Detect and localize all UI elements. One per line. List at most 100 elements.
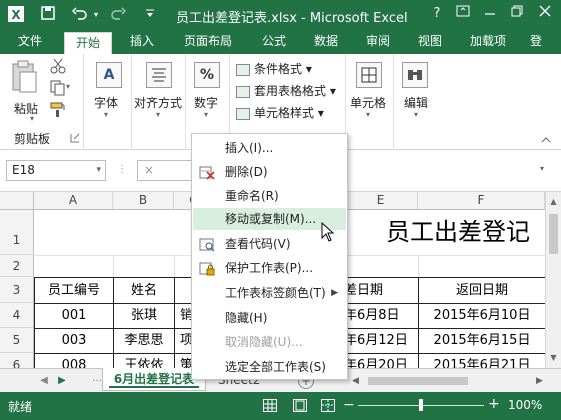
redo-icon[interactable] bbox=[108, 5, 128, 25]
row-header-5[interactable]: 5 bbox=[0, 328, 34, 353]
ribbon-display-icon[interactable] bbox=[452, 3, 474, 25]
select-all-button[interactable] bbox=[0, 192, 34, 210]
more-tabs-icon[interactable]: … bbox=[92, 373, 102, 384]
zoom-out-icon[interactable]: − bbox=[343, 397, 355, 413]
row-header-1[interactable]: 1 bbox=[0, 210, 34, 255]
menu-item-select-all-sheets[interactable]: 选定全部工作表(S) bbox=[193, 356, 346, 378]
collapse-ribbon-icon[interactable] bbox=[540, 134, 552, 144]
save-icon[interactable] bbox=[38, 5, 58, 25]
row-header-6[interactable]: 6 bbox=[0, 353, 34, 368]
page-break-view-icon[interactable] bbox=[321, 399, 335, 412]
formula-cancel-button[interactable]: × bbox=[137, 160, 197, 181]
window-title: 员工出差登记表.xlsx - Microsoft Excel bbox=[176, 11, 408, 26]
cell-departure-date[interactable]: 年6月8日 bbox=[344, 304, 418, 328]
paste-dropdown-icon[interactable]: ▾ bbox=[30, 114, 34, 123]
tab-review[interactable]: 审阅 bbox=[356, 30, 400, 54]
editing-group[interactable]: 编辑 ▾ bbox=[394, 54, 438, 150]
name-box-value: E18 bbox=[12, 163, 35, 177]
undo-dropdown-icon[interactable]: ▾ bbox=[86, 5, 106, 25]
menu-item-tab-color[interactable]: 工作表标签颜色(T) ▶ bbox=[193, 282, 346, 304]
zoom-slider-handle[interactable] bbox=[419, 399, 423, 411]
scroll-tabs-left-icon[interactable]: ◀ bbox=[36, 373, 52, 389]
close-icon[interactable] bbox=[534, 3, 556, 25]
font-group[interactable]: A 字体 ▾ bbox=[84, 54, 132, 150]
header-name[interactable]: 姓名 bbox=[114, 278, 174, 303]
cell-return-date[interactable]: 2015年6月15日 bbox=[419, 329, 545, 353]
header-return-date[interactable]: 返回日期 bbox=[419, 278, 545, 303]
copy-icon[interactable] bbox=[50, 80, 66, 96]
tab-insert[interactable]: 插入 bbox=[120, 30, 164, 54]
vertical-scroll-thumb[interactable] bbox=[549, 214, 558, 254]
formula-bar-splitter[interactable]: ⋮ bbox=[117, 164, 127, 178]
chevron-down-icon[interactable]: ▾ bbox=[96, 161, 101, 180]
horizontal-scrollbar[interactable]: ◀ ▶ bbox=[350, 374, 550, 388]
column-header-f[interactable]: F bbox=[418, 192, 545, 210]
horizontal-scroll-thumb[interactable] bbox=[368, 377, 468, 385]
cell-return-date[interactable]: 2015年6月21日 bbox=[419, 354, 545, 368]
paste-button[interactable]: 粘贴 bbox=[14, 100, 38, 117]
row-header-4[interactable]: 4 bbox=[0, 303, 34, 328]
tab-signin[interactable]: 登 bbox=[530, 30, 561, 54]
conditional-format-button[interactable]: 条件格式 ▾ bbox=[236, 60, 312, 77]
menu-item-insert[interactable]: 插入(I)... bbox=[193, 137, 346, 159]
normal-view-icon[interactable] bbox=[263, 399, 277, 412]
tab-addins[interactable]: 加载项 bbox=[460, 30, 516, 54]
alignment-group[interactable]: 对齐方式 ▾ bbox=[132, 54, 186, 150]
menu-item-protect-sheet[interactable]: 保护工作表(P)... bbox=[193, 257, 346, 279]
cell-departure-date[interactable]: 年6月12日 bbox=[344, 329, 418, 353]
cells-group[interactable]: 单元格 ▾ bbox=[346, 54, 394, 150]
zoom-in-icon[interactable]: + bbox=[488, 396, 500, 412]
column-header-e[interactable]: E bbox=[344, 192, 418, 210]
scroll-up-icon[interactable]: ▲ bbox=[546, 194, 561, 210]
tab-page-layout[interactable]: 页面布局 bbox=[172, 30, 244, 54]
gridline bbox=[174, 255, 175, 277]
binoculars-icon bbox=[402, 62, 428, 88]
cell-employee-id[interactable]: 008 bbox=[35, 354, 113, 368]
format-painter-icon[interactable] bbox=[50, 102, 66, 118]
paste-icon[interactable] bbox=[10, 60, 38, 98]
excel-icon[interactable]: X bbox=[6, 5, 26, 25]
help-icon[interactable]: ? bbox=[426, 3, 448, 25]
table-format-button[interactable]: 套用表格格式 ▾ bbox=[236, 82, 336, 99]
scroll-tabs-right-icon[interactable]: ▶ bbox=[54, 373, 70, 389]
tab-view[interactable]: 视图 bbox=[408, 30, 452, 54]
cut-icon[interactable] bbox=[50, 58, 66, 74]
name-box[interactable]: E18 ▾ bbox=[6, 160, 106, 181]
menu-item-rename[interactable]: 重命名(R) bbox=[193, 185, 346, 207]
restore-icon[interactable] bbox=[506, 3, 528, 25]
cell-name[interactable]: 张琪 bbox=[114, 304, 174, 328]
column-header-b[interactable]: B bbox=[113, 192, 174, 210]
scroll-left-icon[interactable]: ◀ bbox=[352, 374, 359, 388]
customize-qat-icon[interactable] bbox=[140, 5, 160, 25]
cell-name[interactable]: 李思思 bbox=[114, 329, 174, 353]
scroll-right-icon[interactable]: ▶ bbox=[536, 374, 543, 388]
header-departure-date[interactable]: 差日期 bbox=[344, 278, 418, 303]
column-header-a[interactable]: A bbox=[34, 192, 113, 210]
expand-formula-bar-icon[interactable]: ▾ bbox=[540, 164, 544, 173]
cell-departure-date[interactable]: 年6月20日 bbox=[344, 354, 418, 368]
menu-item-hide[interactable]: 隐藏(H) bbox=[193, 307, 346, 329]
tab-file[interactable]: 文件 bbox=[0, 30, 60, 54]
cell-employee-id[interactable]: 001 bbox=[35, 304, 113, 328]
copy-dropdown-icon[interactable]: ▾ bbox=[66, 82, 70, 91]
vertical-scrollbar[interactable]: ▲ ▼ bbox=[545, 192, 561, 368]
tab-formulas[interactable]: 公式 bbox=[252, 30, 296, 54]
menu-item-unhide[interactable]: 取消隐藏(U)... bbox=[193, 331, 346, 353]
page-layout-view-icon[interactable] bbox=[293, 399, 307, 412]
cell-name[interactable]: 王依依 bbox=[114, 354, 174, 368]
cell-styles-button[interactable]: 单元格样式 ▾ bbox=[236, 104, 324, 121]
zoom-level[interactable]: 100% bbox=[508, 398, 542, 412]
row-header-3[interactable]: 3 bbox=[0, 277, 34, 303]
header-employee-id[interactable]: 员工编号 bbox=[35, 278, 113, 303]
cell-return-date[interactable]: 2015年6月10日 bbox=[419, 304, 545, 328]
menu-item-delete[interactable]: 删除(D) bbox=[193, 161, 346, 183]
minimize-icon[interactable] bbox=[479, 3, 501, 25]
row-header-2[interactable]: 2 bbox=[0, 255, 34, 277]
sheet-title[interactable]: 员工出差登记 bbox=[386, 212, 545, 252]
tab-data[interactable]: 数据 bbox=[304, 30, 348, 54]
cell-employee-id[interactable]: 003 bbox=[35, 329, 113, 353]
font-icon: A bbox=[96, 62, 122, 88]
scroll-down-icon[interactable]: ▼ bbox=[546, 350, 561, 366]
dialog-launcher-icon[interactable] bbox=[70, 132, 80, 143]
tab-home[interactable]: 开始 bbox=[64, 32, 112, 54]
